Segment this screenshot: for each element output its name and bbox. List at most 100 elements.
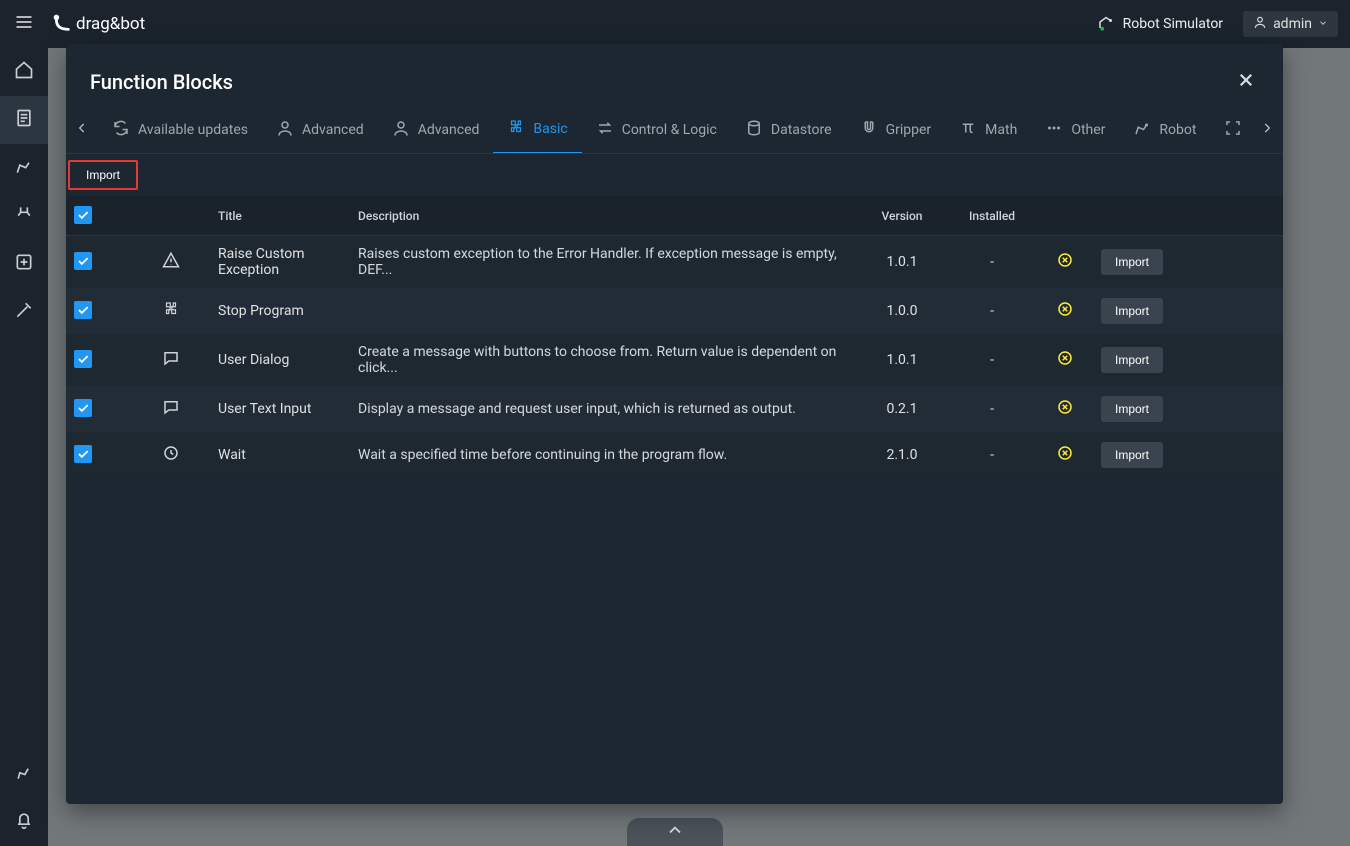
category-tab[interactable]: Advanced — [378, 106, 494, 154]
chat-icon — [162, 404, 180, 420]
user-menu-button[interactable]: admin — [1243, 11, 1338, 37]
not-installed-icon — [1056, 300, 1074, 318]
person-icon — [276, 119, 294, 141]
row-title: User Text Input — [210, 386, 350, 432]
robot-simulator-label: Robot Simulator — [1123, 16, 1223, 32]
caret-down-icon — [1318, 16, 1328, 32]
chevron-left-icon — [75, 121, 89, 139]
refresh-icon — [112, 119, 130, 141]
row-title: Raise Custom Exception — [210, 236, 350, 289]
category-tab[interactable]: Vi — [1210, 106, 1251, 154]
sidebar-item-robot[interactable] — [0, 144, 48, 192]
swap-icon — [596, 119, 614, 141]
row-version: 1.0.1 — [857, 334, 947, 386]
category-tab[interactable]: Robot — [1119, 106, 1210, 154]
function-blocks-table: Title Description Version Installed Rais… — [66, 196, 1283, 478]
home-icon — [14, 60, 34, 84]
row-description — [350, 288, 857, 334]
robot-arm-icon — [14, 156, 34, 180]
sidebar-item-packages[interactable] — [0, 240, 48, 288]
table-header-row: Title Description Version Installed — [66, 196, 1283, 236]
row-checkbox[interactable] — [74, 350, 92, 368]
select-all-checkbox[interactable] — [74, 206, 92, 224]
category-tab-label: Datastore — [771, 122, 832, 138]
row-import-button[interactable]: Import — [1101, 298, 1163, 324]
bell-icon — [14, 810, 34, 834]
column-version: Version — [857, 196, 947, 236]
gripper-icon — [14, 204, 34, 228]
chat-icon — [162, 355, 180, 371]
category-tab[interactable]: Control & Logic — [582, 106, 731, 154]
database-icon — [745, 119, 763, 141]
category-tab[interactable]: Advanced — [262, 106, 378, 154]
robot-small-icon — [14, 762, 34, 786]
category-tab-label: Gripper — [886, 122, 932, 138]
column-title: Title — [210, 196, 350, 236]
bulk-import-button[interactable]: Import — [68, 160, 138, 190]
package-add-icon — [14, 252, 34, 276]
puzzle-icon — [507, 118, 525, 140]
category-tab-label: Advanced — [302, 122, 364, 138]
not-installed-icon — [1056, 398, 1074, 416]
function-blocks-modal: Function Blocks Available updates Advance… — [66, 44, 1283, 804]
row-installed: - — [947, 386, 1037, 432]
pi-icon — [959, 119, 977, 141]
category-tab-label: Math — [985, 122, 1017, 138]
magnet-icon — [860, 119, 878, 141]
category-tab[interactable]: Basic — [493, 106, 581, 154]
person-icon — [392, 119, 410, 141]
robot-simulator-indicator[interactable]: Robot Simulator — [1097, 13, 1223, 35]
row-title: User Dialog — [210, 334, 350, 386]
wand-icon — [14, 300, 34, 324]
row-checkbox[interactable] — [74, 301, 92, 319]
hamburger-menu-button[interactable] — [8, 8, 40, 40]
category-tabs: Available updates Advanced Advanced Basic Co… — [66, 106, 1283, 154]
row-description: Display a message and request user input… — [350, 386, 857, 432]
menu-icon — [14, 12, 34, 36]
robot-arm-icon — [1133, 119, 1151, 141]
table-row: User Text InputDisplay a message and req… — [66, 386, 1283, 432]
tabs-scroll-right-button[interactable] — [1251, 106, 1283, 154]
category-tab[interactable]: Available updates — [98, 106, 262, 154]
row-import-button[interactable]: Import — [1101, 442, 1163, 468]
scan-icon — [1224, 119, 1242, 141]
category-tab-label: Control & Logic — [622, 122, 717, 138]
user-name-label: admin — [1273, 16, 1312, 32]
sidebar-item-programs[interactable] — [0, 96, 48, 144]
user-icon — [1253, 15, 1267, 33]
category-tab[interactable]: Gripper — [846, 106, 946, 154]
tabs-scroll-left-button[interactable] — [66, 106, 98, 154]
table-row: WaitWait a specified time before continu… — [66, 432, 1283, 478]
not-installed-icon — [1056, 251, 1074, 269]
row-version: 0.2.1 — [857, 386, 947, 432]
category-tab[interactable]: Other — [1031, 106, 1119, 154]
modal-close-button[interactable] — [1233, 66, 1259, 98]
row-checkbox[interactable] — [74, 445, 92, 463]
row-checkbox[interactable] — [74, 399, 92, 417]
sidebar-item-robot-status[interactable] — [0, 750, 48, 798]
row-import-button[interactable]: Import — [1101, 396, 1163, 422]
dragbot-icon — [50, 11, 72, 38]
bottom-drawer-handle[interactable] — [627, 818, 723, 846]
row-import-button[interactable]: Import — [1101, 249, 1163, 275]
row-installed: - — [947, 288, 1037, 334]
category-tab[interactable]: Math — [945, 106, 1031, 154]
sidebar-item-home[interactable] — [0, 48, 48, 96]
row-description: Create a message with buttons to choose … — [350, 334, 857, 386]
close-icon — [1237, 70, 1255, 94]
dots-icon — [1045, 119, 1063, 141]
sidebar-item-gripper[interactable] — [0, 192, 48, 240]
sidebar-item-tools[interactable] — [0, 288, 48, 336]
category-tab[interactable]: Datastore — [731, 106, 846, 154]
robot-simulator-icon — [1097, 13, 1115, 35]
warning-icon — [162, 257, 180, 273]
category-tab-label: Basic — [533, 121, 567, 137]
row-checkbox[interactable] — [74, 252, 92, 270]
chevron-right-icon — [1260, 121, 1274, 139]
table-row: Stop Program1.0.0-Import — [66, 288, 1283, 334]
sidebar-item-notifications[interactable] — [0, 798, 48, 846]
modal-title: Function Blocks — [90, 70, 233, 94]
row-import-button[interactable]: Import — [1101, 347, 1163, 373]
row-installed: - — [947, 432, 1037, 478]
left-sidebar — [0, 48, 48, 846]
